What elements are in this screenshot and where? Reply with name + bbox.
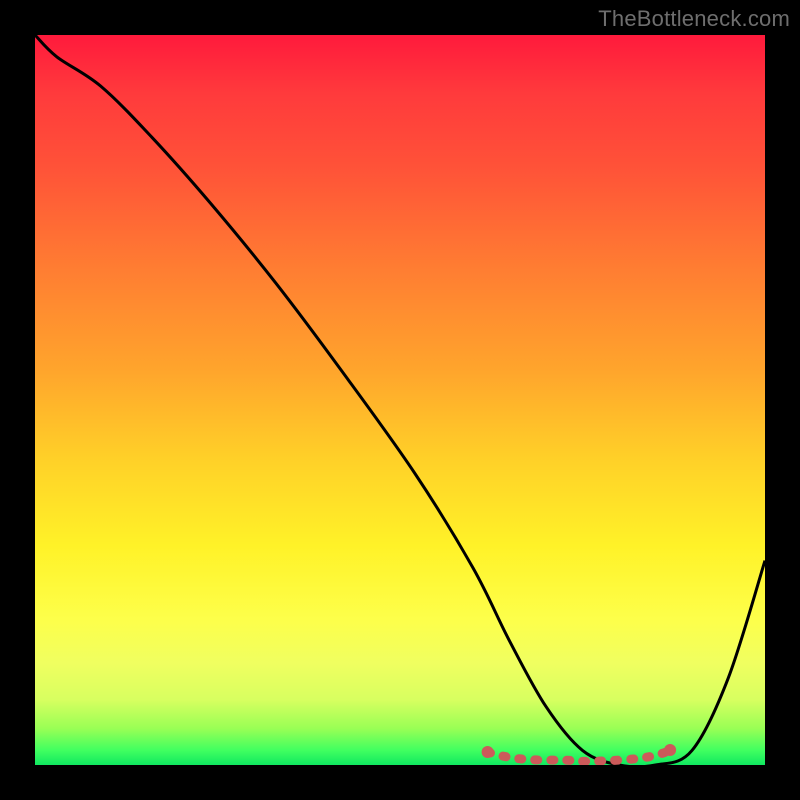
watermark-text: TheBottleneck.com [598,6,790,32]
curve-svg [35,35,765,765]
bottleneck-curve-path [35,35,765,765]
plot-area [35,35,765,765]
flat-region-marker [488,750,670,761]
flat-region-end-dot [664,744,676,756]
flat-region-start-dot [482,746,494,758]
chart-frame: TheBottleneck.com [0,0,800,800]
